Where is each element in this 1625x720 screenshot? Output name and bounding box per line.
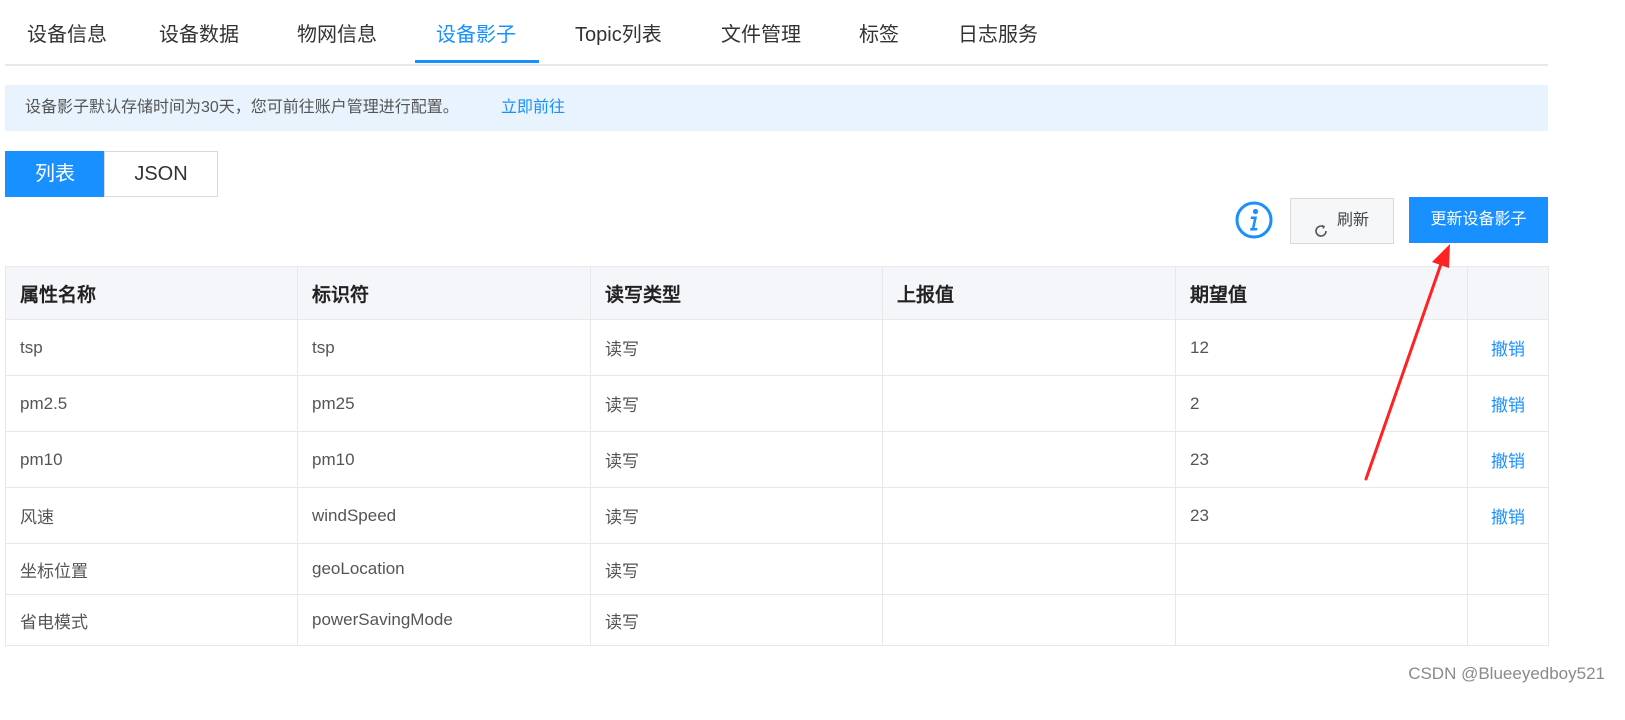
tab-bar: 设备信息 设备数据 物网信息 设备影子 Topic列表 文件管理 标签 日志服务 xyxy=(5,0,1548,66)
cell-reported-value xyxy=(882,487,1176,544)
cell-property-name: 省电模式 xyxy=(5,594,298,646)
cell-actions xyxy=(1467,594,1549,646)
cell-rw-type: 读写 xyxy=(590,487,883,544)
info-circle-icon[interactable] xyxy=(1234,200,1274,240)
cell-identifier: geoLocation xyxy=(297,543,591,595)
revoke-link[interactable]: 撤销 xyxy=(1491,508,1525,527)
cell-property-name: pm10 xyxy=(5,431,298,488)
cell-actions: 撤销 xyxy=(1467,431,1549,488)
active-tab-indicator xyxy=(415,60,539,63)
tab-file-management[interactable]: 文件管理 xyxy=(721,0,801,62)
cell-property-name: pm2.5 xyxy=(5,375,298,432)
column-header-property-name: 属性名称 xyxy=(5,266,298,320)
cell-identifier: pm10 xyxy=(297,431,591,488)
cell-property-name: 坐标位置 xyxy=(5,543,298,595)
device-shadow-page: 设备信息 设备数据 物网信息 设备影子 Topic列表 文件管理 标签 日志服务… xyxy=(0,0,1625,720)
tab-tags[interactable]: 标签 xyxy=(859,0,899,62)
table-header-row: 属性名称 标识符 读写类型 上报值 期望值 xyxy=(5,266,1549,320)
cell-reported-value xyxy=(882,375,1176,432)
cell-desired-value xyxy=(1175,543,1468,595)
cell-actions: 撤销 xyxy=(1467,487,1549,544)
watermark: CSDN @Blueeyedboy521 xyxy=(1408,664,1605,683)
alert-text: 设备影子默认存储时间为30天，您可前往账户管理进行配置。 xyxy=(25,99,459,116)
storage-notice-alert: 设备影子默认存储时间为30天，您可前往账户管理进行配置。 立即前往 xyxy=(5,85,1548,131)
cell-desired-value: 2 xyxy=(1175,375,1468,432)
cell-desired-value: 23 xyxy=(1175,431,1468,488)
cell-reported-value xyxy=(882,594,1176,646)
cell-actions xyxy=(1467,543,1549,595)
refresh-icon xyxy=(1313,213,1329,237)
tab-topic-list[interactable]: Topic列表 xyxy=(575,0,662,62)
cell-rw-type: 读写 xyxy=(590,543,883,595)
cell-property-name: tsp xyxy=(5,319,298,376)
cell-identifier: pm25 xyxy=(297,375,591,432)
json-view-button[interactable]: JSON xyxy=(104,151,218,197)
table-row: 省电模式 powerSavingMode 读写 xyxy=(5,594,1549,646)
cell-rw-type: 读写 xyxy=(590,594,883,646)
revoke-link[interactable]: 撤销 xyxy=(1491,340,1525,359)
cell-rw-type: 读写 xyxy=(590,375,883,432)
table-row: 风速 windSpeed 读写 23 撤销 xyxy=(5,487,1549,544)
tab-device-info[interactable]: 设备信息 xyxy=(27,0,107,62)
cell-desired-value: 23 xyxy=(1175,487,1468,544)
cell-reported-value xyxy=(882,319,1176,376)
tab-device-data[interactable]: 设备数据 xyxy=(159,0,239,62)
revoke-link[interactable]: 撤销 xyxy=(1491,452,1525,471)
list-view-button[interactable]: 列表 xyxy=(5,151,105,197)
refresh-label: 刷新 xyxy=(1337,212,1370,229)
cell-rw-type: 读写 xyxy=(590,431,883,488)
tab-device-shadow[interactable]: 设备影子 xyxy=(436,0,516,62)
cell-reported-value xyxy=(882,431,1176,488)
update-device-shadow-button[interactable]: 更新设备影子 xyxy=(1409,197,1548,243)
table-row: 坐标位置 geoLocation 读写 xyxy=(5,543,1549,595)
tab-log-service[interactable]: 日志服务 xyxy=(958,0,1038,62)
cell-rw-type: 读写 xyxy=(590,319,883,376)
column-header-rw-type: 读写类型 xyxy=(590,266,883,320)
tab-network-info[interactable]: 物网信息 xyxy=(297,0,377,62)
refresh-button[interactable]: 刷新 xyxy=(1290,198,1394,244)
cell-identifier: powerSavingMode xyxy=(297,594,591,646)
table-row: tsp tsp 读写 12 撤销 xyxy=(5,319,1549,376)
cell-desired-value: 12 xyxy=(1175,319,1468,376)
shadow-properties-table: 属性名称 标识符 读写类型 上报值 期望值 tsp tsp 读写 12 撤销 p… xyxy=(5,266,1549,646)
cell-identifier: windSpeed xyxy=(297,487,591,544)
cell-actions: 撤销 xyxy=(1467,319,1549,376)
cell-identifier: tsp xyxy=(297,319,591,376)
table-row: pm2.5 pm25 读写 2 撤销 xyxy=(5,375,1549,432)
table-row: pm10 pm10 读写 23 撤销 xyxy=(5,431,1549,488)
cell-reported-value xyxy=(882,543,1176,595)
column-header-actions xyxy=(1467,266,1549,320)
column-header-reported-value: 上报值 xyxy=(882,266,1176,320)
cell-desired-value xyxy=(1175,594,1468,646)
column-header-identifier: 标识符 xyxy=(297,266,591,320)
go-now-link[interactable]: 立即前往 xyxy=(501,85,565,131)
cell-actions: 撤销 xyxy=(1467,375,1549,432)
column-header-desired-value: 期望值 xyxy=(1175,266,1468,320)
revoke-link[interactable]: 撤销 xyxy=(1491,396,1525,415)
cell-property-name: 风速 xyxy=(5,487,298,544)
